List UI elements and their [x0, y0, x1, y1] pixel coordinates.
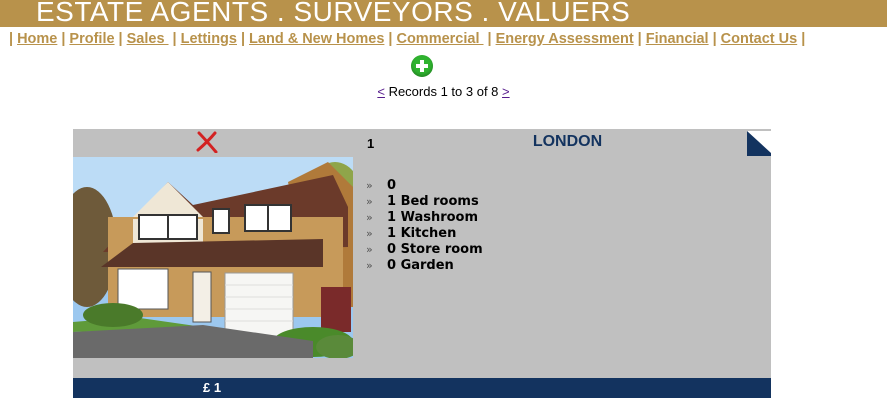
double-chevron-icon: »	[366, 179, 373, 192]
feature-item: » 0 Garden	[366, 258, 483, 274]
nav-separator: |	[240, 31, 246, 47]
prev-page-link[interactable]: <	[377, 84, 385, 99]
nav-sales[interactable]: Sales	[127, 31, 169, 47]
page-corner-icon[interactable]	[747, 131, 771, 156]
nav-separator: |	[637, 31, 642, 47]
nav-home[interactable]: Home	[17, 31, 57, 47]
records-count: Records 1 to 3 of 8	[384, 84, 503, 99]
feature-item: » 1 Bed rooms	[366, 194, 483, 210]
feature-list: » 0» 1 Bed rooms» 1 Washroom» 1 Kitchen» 0 St…	[366, 178, 483, 274]
double-chevron-icon: »	[366, 195, 373, 208]
double-chevron-icon: »	[366, 259, 373, 272]
feature-text: 1 Washroom	[387, 210, 479, 225]
property-photo[interactable]	[73, 157, 353, 358]
price-bar	[73, 378, 771, 398]
feature-text: 1 Bed rooms	[387, 194, 479, 209]
feature-item: » 1 Kitchen	[366, 226, 483, 242]
nav-separator: |	[801, 31, 806, 47]
nav-separator: |	[388, 31, 393, 47]
main-nav: | Home | Profile | Sales | Lettings | Land & New…	[0, 31, 887, 51]
add-record-plus-icon[interactable]	[411, 55, 433, 77]
header-banner: ESTATE AGENTS . SURVEYORS . VALUERS	[0, 0, 887, 27]
pagination: < Records 1 to 3 of 8 >	[0, 84, 887, 99]
feature-item: » 0	[366, 178, 483, 194]
feature-text: 0 Garden	[387, 258, 454, 273]
nav-contact-us[interactable]: Contact Us	[721, 31, 798, 47]
double-chevron-icon: »	[366, 211, 373, 224]
feature-item: » 0 Store room	[366, 242, 483, 258]
feature-text: 0	[387, 178, 397, 193]
nav-separator: |	[172, 31, 177, 47]
feature-text: 1 Kitchen	[387, 226, 457, 241]
double-chevron-icon: »	[366, 227, 373, 240]
nav-financial[interactable]: Financial	[646, 31, 709, 47]
banner-title: ESTATE AGENTS . SURVEYORS . VALUERS	[36, 0, 631, 27]
nav-separator: |	[61, 31, 66, 47]
nav-lettings[interactable]: Lettings	[181, 31, 237, 47]
listing-price: £ 1	[203, 380, 222, 395]
nav-land-new-homes[interactable]: Land & New Homes	[249, 31, 384, 47]
delete-x-icon[interactable]	[196, 131, 218, 153]
double-chevron-icon: »	[366, 243, 373, 256]
nav-commercial[interactable]: Commercial	[396, 31, 483, 47]
record-number: 1	[367, 136, 375, 151]
listing-city: LONDON	[532, 133, 603, 150]
nav-separator: |	[118, 31, 123, 47]
nav-profile[interactable]: Profile	[69, 31, 114, 47]
feature-text: 0 Store room	[387, 242, 483, 257]
nav-separator: |	[712, 31, 717, 47]
next-page-link[interactable]: >	[502, 84, 510, 99]
nav-separator: |	[487, 31, 492, 47]
feature-item: » 1 Washroom	[366, 210, 483, 226]
nav-separator: |	[9, 31, 14, 47]
nav-energy-assessment[interactable]: Energy Assessment	[496, 31, 634, 47]
